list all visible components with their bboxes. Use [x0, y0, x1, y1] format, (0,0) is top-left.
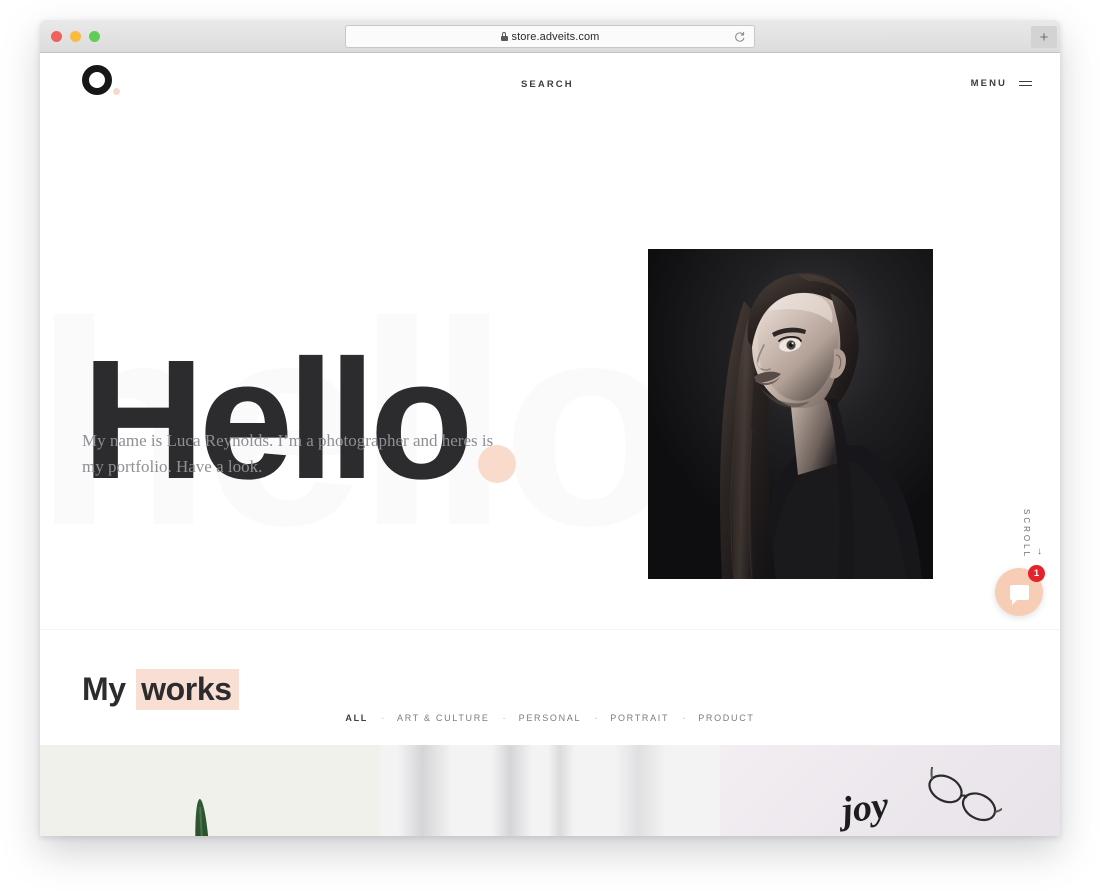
hero-section: hello Hello My name is Luca Reynolds. I’…	[40, 111, 1060, 629]
browser-chrome: store.adveits.com +	[40, 20, 1060, 53]
logo-ring	[82, 65, 112, 95]
chat-widget[interactable]: 1	[995, 565, 1045, 616]
scroll-indicator[interactable]: SCROLL ↓	[1022, 509, 1042, 559]
joy-calligraphy-text: joy	[839, 783, 892, 833]
filter-separator-4: -	[682, 713, 686, 723]
filter-separator-3: -	[594, 713, 598, 723]
fabric-fold-3	[548, 745, 574, 836]
browser-window: store.adveits.com + SEARCH MENU hello He…	[40, 20, 1060, 836]
url-group: store.adveits.com	[500, 30, 600, 43]
gallery-item-glasses[interactable]: joy	[720, 745, 1060, 836]
gallery-item-leaf[interactable]	[40, 745, 380, 836]
fabric-fold-4	[616, 745, 666, 836]
works-heading-plain: My	[82, 670, 126, 707]
filter-separator-1: -	[381, 713, 384, 723]
filter-portrait[interactable]: PORTRAIT	[610, 713, 669, 723]
hamburger-icon	[1019, 81, 1032, 86]
maximize-window-button[interactable]	[89, 31, 100, 42]
works-filter-nav: ALL - ART & CULTURE - PERSONAL - PORTRAI…	[40, 713, 1060, 723]
hero-portrait-photo	[648, 249, 933, 579]
section-divider	[40, 629, 1060, 630]
works-heading-highlight: works	[136, 668, 239, 710]
menu-label: MENU	[970, 78, 1007, 89]
chat-unread-badge: 1	[1028, 565, 1045, 582]
ring-logo-icon[interactable]	[82, 65, 120, 101]
reload-icon[interactable]	[733, 30, 746, 43]
filter-separator-2: -	[502, 713, 506, 723]
chat-bubble-icon	[1009, 584, 1029, 605]
filter-personal[interactable]: PERSONAL	[519, 713, 582, 723]
hero-subtitle: My name is Luca Reynolds. I’m a photogra…	[82, 431, 494, 477]
site-header: SEARCH MENU	[40, 53, 1060, 111]
menu-toggle[interactable]: MENU	[971, 78, 1032, 89]
url-text: store.adveits.com	[511, 30, 600, 43]
fabric-fold-2	[492, 745, 532, 836]
minimize-window-button[interactable]	[70, 31, 81, 42]
close-window-button[interactable]	[51, 31, 62, 42]
scroll-down-arrow-icon: ↓	[1037, 546, 1042, 558]
filter-product[interactable]: PRODUCT	[698, 713, 754, 723]
gallery-item-fabric[interactable]	[380, 745, 720, 836]
filter-art-culture[interactable]: ART & CULTURE	[397, 713, 490, 723]
leaf-shape	[192, 798, 212, 836]
address-bar[interactable]: store.adveits.com	[345, 25, 755, 48]
page-viewport: SEARCH MENU hello Hello My name is Luca …	[40, 53, 1060, 836]
new-tab-button[interactable]: +	[1031, 26, 1057, 48]
search-link[interactable]: SEARCH	[521, 79, 574, 90]
lock-icon	[500, 32, 508, 41]
new-tab-label: +	[1039, 28, 1049, 46]
eyeglasses-icon	[916, 758, 1009, 836]
logo-dot	[113, 88, 120, 95]
filter-all[interactable]: ALL	[345, 713, 368, 723]
works-heading: My works	[82, 668, 239, 710]
hamburger-line-2	[1019, 85, 1032, 86]
window-traffic-lights	[51, 31, 100, 42]
works-gallery: joy	[40, 745, 1060, 836]
fabric-fold-1	[398, 745, 452, 836]
hamburger-line-1	[1019, 81, 1032, 82]
scroll-label: SCROLL	[1022, 509, 1031, 560]
